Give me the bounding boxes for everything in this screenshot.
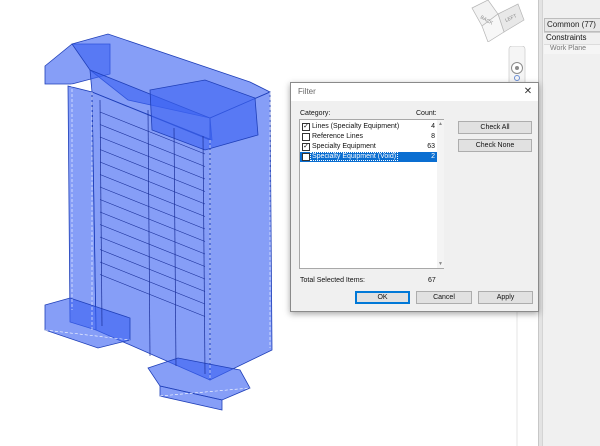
constraints-group-header[interactable]: Constraints: [544, 33, 600, 44]
check-none-button[interactable]: Check None: [458, 139, 532, 152]
category-row-specialty-equipment-void[interactable]: Specialty Equipment (Void) 2: [300, 152, 437, 162]
category-name: Specialty Equipment: [312, 143, 376, 150]
category-list-scrollbar[interactable]: ▲ ▼: [437, 120, 444, 268]
filter-dialog: Filter ✕ Category: Count: ✓ Lines (Speci…: [290, 82, 539, 312]
scroll-up-icon[interactable]: ▲: [437, 120, 444, 128]
steering-wheel-icon: [511, 62, 523, 74]
category-count: 63: [427, 143, 435, 150]
type-selector[interactable]: Common (77): [544, 18, 600, 32]
category-row-specialty-equipment[interactable]: ✓ Specialty Equipment 63: [300, 142, 437, 152]
category-checkbox[interactable]: ✓: [302, 143, 310, 151]
category-name: Lines (Specialty Equipment): [312, 123, 400, 130]
view-cube[interactable]: BACK LEFT: [468, 0, 528, 42]
dialog-titlebar[interactable]: Filter ✕: [291, 83, 538, 101]
checkmark-icon: ✓: [303, 123, 309, 130]
panel-divider[interactable]: [539, 0, 543, 446]
close-icon[interactable]: ✕: [521, 85, 535, 98]
work-plane-param: Work Plane: [544, 44, 600, 54]
count-header: Count:: [416, 110, 437, 117]
apply-button[interactable]: Apply: [478, 291, 533, 304]
category-row-lines-specialty-equipment[interactable]: ✓ Lines (Specialty Equipment) 4: [300, 122, 437, 132]
cancel-button[interactable]: Cancel: [416, 291, 472, 304]
category-checkbox[interactable]: [302, 133, 310, 141]
category-header: Category:: [300, 110, 331, 117]
category-checkbox[interactable]: ✓: [302, 123, 310, 131]
ok-button[interactable]: OK: [355, 291, 410, 304]
category-count: 2: [431, 153, 435, 160]
category-row-reference-lines[interactable]: Reference Lines 8: [300, 132, 437, 142]
category-list[interactable]: ✓ Lines (Specialty Equipment) 4 Referenc…: [299, 119, 444, 269]
category-count: 8: [431, 133, 435, 140]
category-name: Reference Lines: [312, 133, 363, 140]
total-selected-value: 67: [428, 277, 436, 284]
check-all-button[interactable]: Check All: [458, 121, 532, 134]
checkmark-icon: ✓: [303, 143, 309, 150]
total-selected-label: Total Selected Items:: [300, 277, 365, 284]
category-name: Specialty Equipment (Void): [309, 152, 399, 161]
dialog-title: Filter: [298, 87, 316, 96]
scroll-down-icon[interactable]: ▼: [437, 260, 444, 268]
category-count: 4: [431, 123, 435, 130]
category-checkbox[interactable]: [302, 153, 310, 161]
properties-panel: Common (77) Constraints Work Plane: [538, 0, 600, 446]
